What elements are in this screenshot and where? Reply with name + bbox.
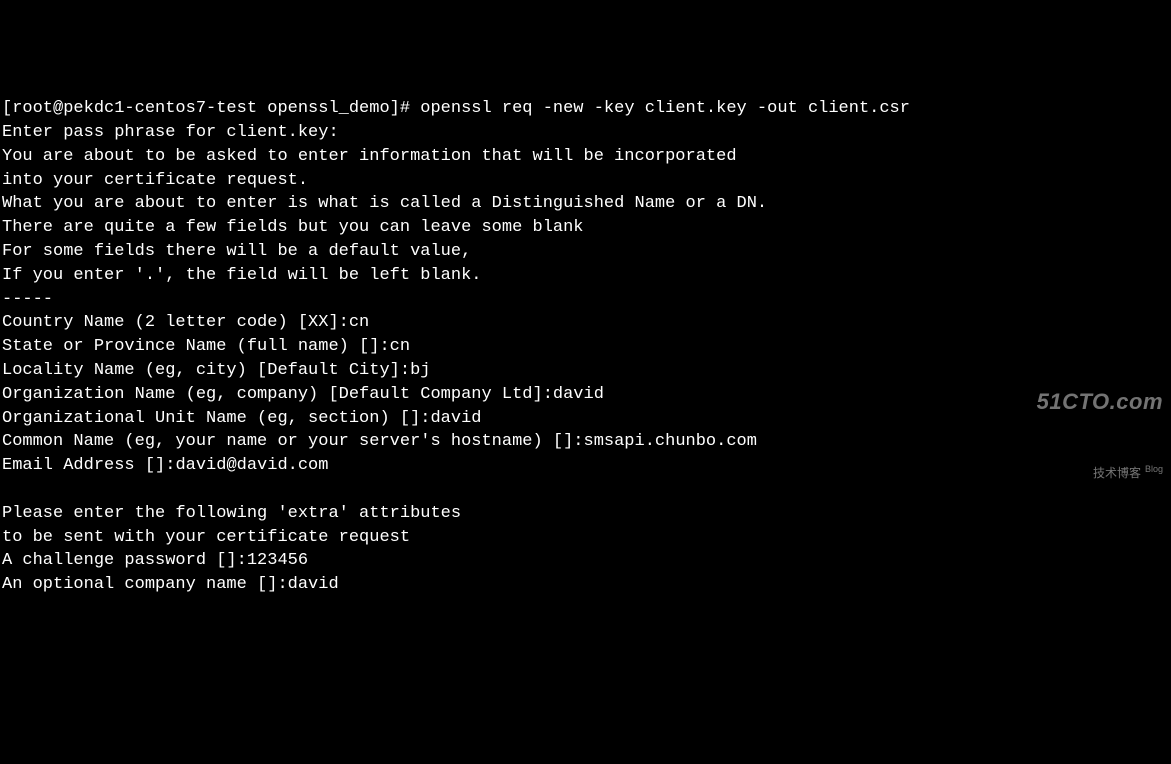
divider: -----: [2, 290, 53, 309]
passphrase-prompt: Enter pass phrase for client.key:: [2, 123, 339, 142]
ou-prompt: Organizational Unit Name (eg, section) […: [2, 409, 430, 428]
cn-prompt: Common Name (eg, your name or your serve…: [2, 432, 584, 451]
locality-value: bj: [410, 361, 430, 380]
company-prompt: An optional company name []:: [2, 575, 288, 594]
intro-line-2: into your certificate request.: [2, 171, 308, 190]
state-prompt: State or Province Name (full name) []:: [2, 337, 390, 356]
org-prompt: Organization Name (eg, company) [Default…: [2, 385, 553, 404]
email-prompt: Email Address []:: [2, 456, 175, 475]
shell-prompt: [root@pekdc1-centos7-test openssl_demo]#: [2, 99, 420, 118]
intro-line-1: You are about to be asked to enter infor…: [2, 147, 737, 166]
ou-value: david: [430, 409, 481, 428]
country-value: cn: [349, 313, 369, 332]
challenge-prompt: A challenge password []:: [2, 551, 247, 570]
cn-value: smsapi.chunbo.com: [584, 432, 757, 451]
org-value: david: [553, 385, 604, 404]
challenge-value: 123456: [247, 551, 308, 570]
state-value: cn: [390, 337, 410, 356]
company-value: david: [288, 575, 339, 594]
intro-line-4: There are quite a few fields but you can…: [2, 218, 584, 237]
intro-line-5: For some fields there will be a default …: [2, 242, 471, 261]
intro-line-6: If you enter '.', the field will be left…: [2, 266, 481, 285]
email-value: david@david.com: [175, 456, 328, 475]
locality-prompt: Locality Name (eg, city) [Default City]:: [2, 361, 410, 380]
terminal-output[interactable]: [root@pekdc1-centos7-test openssl_demo]#…: [2, 97, 1169, 597]
intro-line-3: What you are about to enter is what is c…: [2, 194, 767, 213]
extra-header-1: Please enter the following 'extra' attri…: [2, 504, 461, 523]
extra-header-2: to be sent with your certificate request: [2, 528, 410, 547]
command-text: openssl req -new -key client.key -out cl…: [420, 99, 910, 118]
country-prompt: Country Name (2 letter code) [XX]:: [2, 313, 349, 332]
